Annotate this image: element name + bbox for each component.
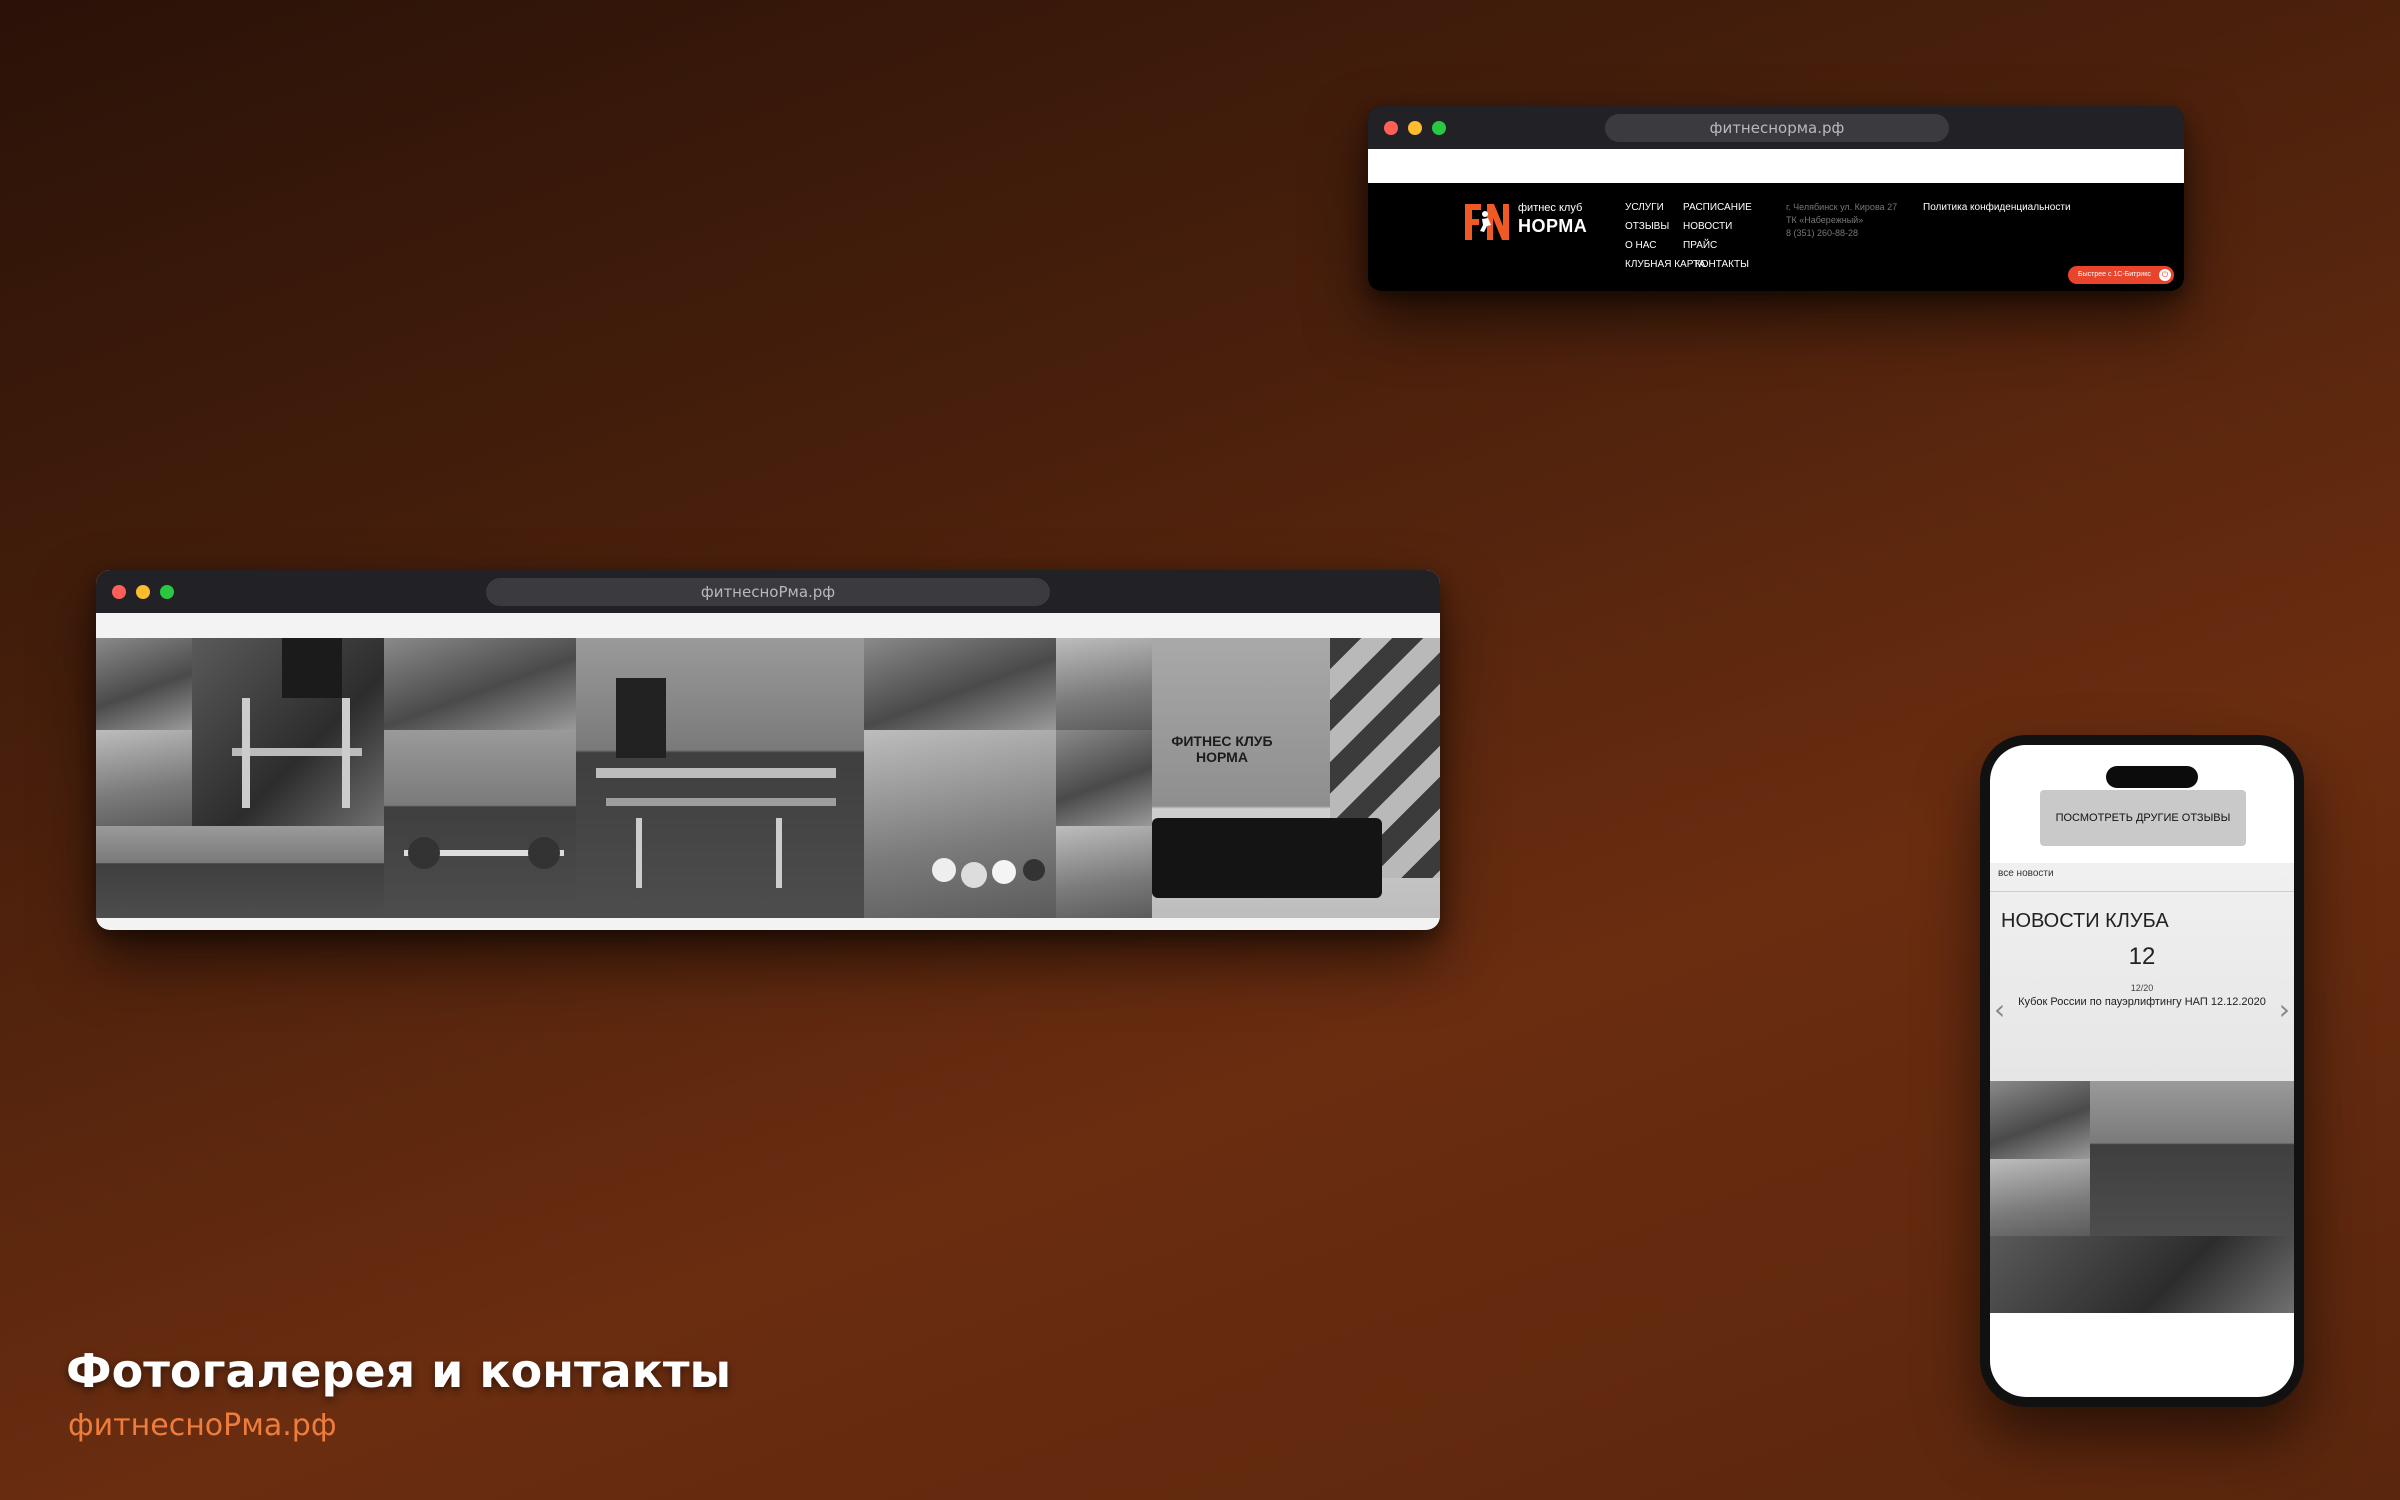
footer-link-club-card[interactable]: КЛУБНАЯ КАРТА — [1625, 259, 1705, 270]
footer-address-mall: ТК «Набережный» — [1786, 215, 1864, 225]
gallery-photo[interactable] — [1990, 1159, 2090, 1236]
gym-rack-illustration — [232, 638, 362, 808]
dumbbell-rack-illustration — [596, 678, 836, 888]
all-news-link[interactable]: все новости — [1998, 868, 2054, 879]
phone-photo-gallery — [1990, 1081, 2294, 1313]
footer-address-street: г. Челябинск ул. Кирова 27 — [1786, 202, 1898, 212]
sofa — [1152, 818, 1382, 898]
gallery-photo[interactable] — [1056, 638, 1152, 730]
divider — [1990, 891, 2294, 892]
minimize-window-button[interactable] — [1408, 121, 1422, 135]
caption-url: фитнесноРма.рф — [68, 1408, 337, 1443]
footer-phone[interactable]: 8 (351) 260-88-28 — [1786, 228, 1858, 238]
gallery-photo[interactable] — [1990, 1236, 2294, 1313]
gallery-photo[interactable] — [864, 730, 1056, 918]
logo-mark-icon — [1463, 202, 1511, 242]
photo-gallery: ФИТНЕС КЛУБ НОРМА — [96, 638, 1440, 918]
phone-mockup: ПОСМОТРЕТЬ ДРУГИЕ ОТЗЫВЫ все новости НОВ… — [1980, 735, 2304, 1407]
site-footer: фитнес клуб НОРМА УСЛУГИ ОТЗЫВЫ О НАС КЛ… — [1368, 183, 2184, 291]
footer-link-price[interactable]: ПРАЙС — [1683, 240, 1717, 251]
footer-link-services[interactable]: УСЛУГИ — [1625, 202, 1664, 213]
gallery-photo[interactable] — [1056, 826, 1152, 918]
phone-notch — [2106, 766, 2198, 788]
chevron-right-icon[interactable]: › — [2279, 993, 2290, 1026]
window-titlebar: фитнеснорма.рф — [1368, 106, 2184, 149]
close-window-button[interactable] — [112, 585, 126, 599]
chevron-left-icon[interactable]: ‹ — [1994, 993, 2005, 1026]
maximize-window-button[interactable] — [1432, 121, 1446, 135]
footer-link-schedule[interactable]: РАСПИСАНИЕ — [1683, 202, 1752, 213]
footer-link-news[interactable]: НОВОСТИ — [1683, 221, 1732, 232]
privacy-policy-link[interactable]: Политика конфиденциальности — [1923, 202, 2071, 213]
footer-link-contacts[interactable]: КОНТАКТЫ — [1695, 259, 1749, 270]
gallery-browser-window: фитнесноРма.рф ФИТНЕС КЛУБ НОРМА — [96, 570, 1440, 930]
window-titlebar: фитнесноРма.рф — [96, 570, 1440, 613]
gallery-photo[interactable] — [96, 826, 384, 918]
phone-screen: ПОСМОТРЕТЬ ДРУГИЕ ОТЗЫВЫ все новости НОВ… — [1990, 745, 2294, 1397]
gallery-photo[interactable] — [1990, 1081, 2090, 1159]
footer-browser-window: фитнеснорма.рф фитнес клуб НОРМА УСЛУГИ … — [1368, 106, 2184, 291]
news-day: 12 — [2128, 943, 2156, 970]
page-top-strip — [1368, 149, 2184, 183]
gallery-photo[interactable] — [96, 638, 192, 730]
address-bar[interactable]: фитнесноРма.рф — [486, 578, 1050, 606]
minimize-window-button[interactable] — [136, 585, 150, 599]
close-window-button[interactable] — [1384, 121, 1398, 135]
fitball-illustration — [932, 858, 1045, 888]
gallery-photo-lounge[interactable]: ФИТНЕС КЛУБ НОРМА — [1152, 638, 1440, 918]
footer-link-about[interactable]: О НАС — [1625, 240, 1656, 251]
gallery-photo[interactable] — [384, 730, 576, 918]
club-logo[interactable] — [1463, 202, 1511, 242]
gallery-photo[interactable] — [384, 638, 576, 730]
gallery-photo[interactable] — [864, 638, 1056, 730]
barbell-illustration — [404, 837, 564, 869]
footer-link-reviews[interactable]: ОТЗЫВЫ — [1625, 221, 1669, 232]
maximize-window-button[interactable] — [160, 585, 174, 599]
lounge-sign: ФИТНЕС КЛУБ НОРМА — [1171, 733, 1273, 765]
bitrix-badge-label: Быстрее с 1С-Битрикс — [2078, 271, 2151, 278]
gallery-photo[interactable] — [1056, 730, 1152, 826]
news-item-title[interactable]: Кубок России по пауэрлифтингу НАП 12.12.… — [1990, 996, 2294, 1008]
gallery-photo[interactable] — [96, 730, 192, 826]
bitrix-badge[interactable]: Быстрее с 1С-Битрикс ⏻ — [2068, 266, 2174, 284]
logo-title: НОРМА — [1518, 216, 1588, 236]
caption-title: Фотогалерея и контакты — [66, 1344, 732, 1398]
gallery-photo[interactable] — [576, 638, 864, 918]
logo-subtitle: фитнес клуб — [1518, 202, 1583, 214]
other-reviews-button[interactable]: ПОСМОТРЕТЬ ДРУГИЕ ОТЗЫВЫ — [2040, 790, 2246, 846]
gallery-photo[interactable] — [192, 638, 384, 826]
club-news-section: все новости НОВОСТИ КЛУБА 12 12/20 Кубок… — [1990, 863, 2294, 1081]
gallery-photo[interactable] — [2090, 1081, 2294, 1236]
news-month-year: 12/20 — [2130, 983, 2154, 993]
power-icon: ⏻ — [2159, 269, 2171, 281]
address-bar[interactable]: фитнеснорма.рф — [1605, 114, 1949, 142]
news-heading: НОВОСТИ КЛУБА — [2001, 910, 2169, 932]
